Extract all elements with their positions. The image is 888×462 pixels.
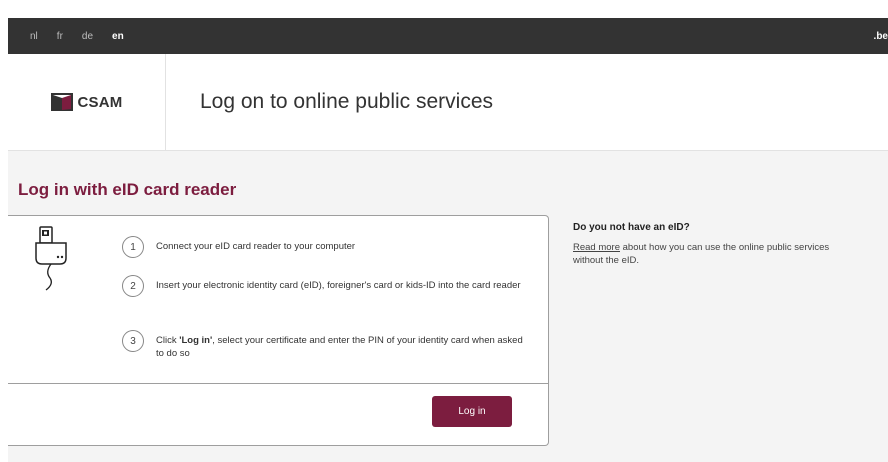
step-text: Connect your eID card reader to your com… (156, 241, 356, 252)
top-bar: nl fr de en .be (8, 18, 888, 54)
aside-text: Read more about how you can use the onli… (573, 242, 830, 266)
lang-de[interactable]: de (82, 31, 93, 42)
lang-fr[interactable]: fr (57, 31, 63, 42)
card-reader-icon (35, 226, 67, 291)
read-more-link[interactable]: Read more (573, 242, 620, 253)
step-number: 2 (122, 275, 144, 297)
login-button[interactable]: Log in (432, 396, 512, 427)
step-3: 3 Click 'Log in', select your certificat… (122, 330, 526, 360)
no-eid-info: Do you not have an eID? Read more about … (573, 222, 843, 267)
step-text: Insert your electronic identity card (eI… (156, 280, 521, 291)
logo[interactable]: CSAM (8, 54, 166, 150)
section-title: Log in with eID card reader (18, 180, 237, 199)
browser-content: nl fr de en .be CSAM Log on to online pu… (8, 18, 888, 462)
csam-logo-icon (50, 93, 73, 111)
eid-login-card: 1 Connect your eID card reader to your c… (8, 215, 549, 446)
aside-title: Do you not have an eID? (573, 222, 690, 233)
page-title: Log on to online public services (200, 90, 494, 113)
logo-text: CSAM (77, 93, 123, 111)
step-2: 2 Insert your electronic identity card (… (122, 275, 526, 297)
header: CSAM Log on to online public services (8, 54, 888, 151)
card-divider (8, 383, 548, 384)
step-text: Click 'Log in', select your certificate … (156, 335, 523, 359)
step-1: 1 Connect your eID card reader to your c… (122, 236, 526, 258)
belgium-tld-link[interactable]: .be (874, 31, 888, 42)
step-number: 3 (122, 330, 144, 352)
lang-nl[interactable]: nl (30, 31, 38, 42)
step-number: 1 (122, 236, 144, 258)
lang-en[interactable]: en (112, 31, 124, 42)
